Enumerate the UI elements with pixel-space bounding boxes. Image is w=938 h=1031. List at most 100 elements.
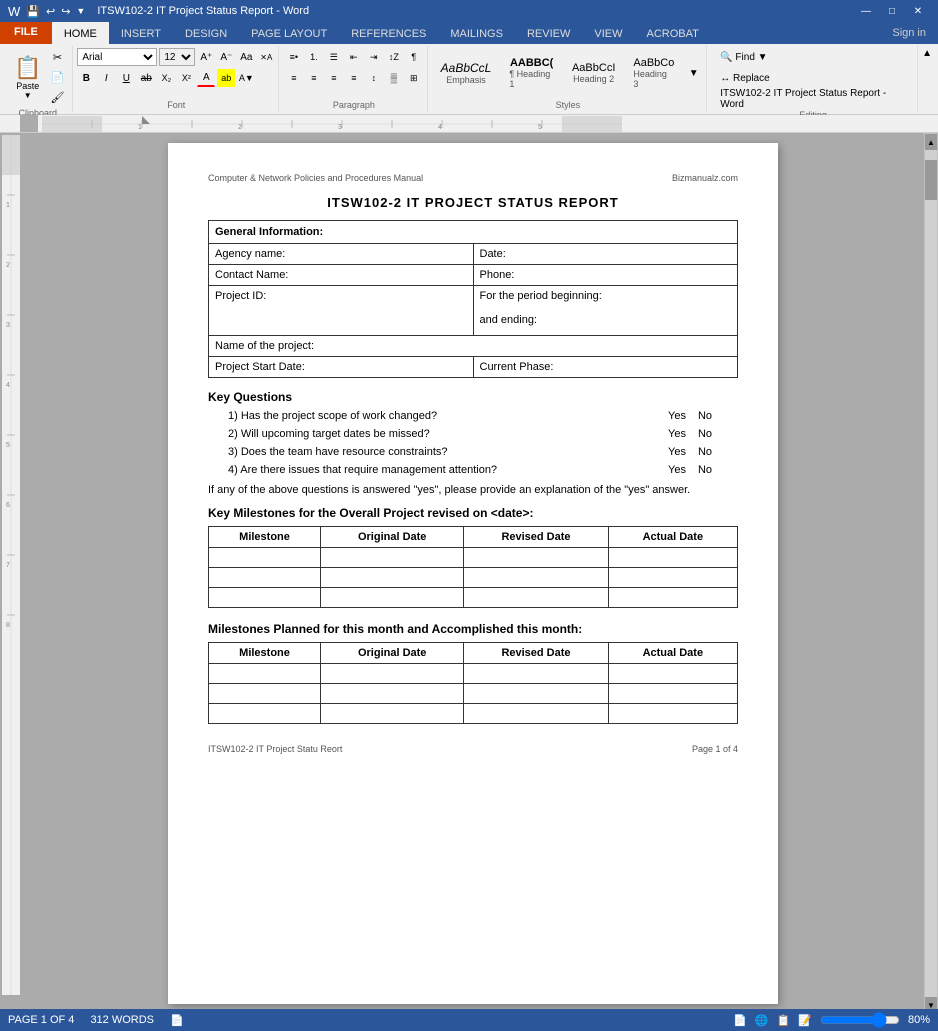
quick-access-dropdown[interactable]: ▼ xyxy=(76,6,85,16)
cut-button[interactable]: ✂ xyxy=(48,48,66,66)
collapse-ribbon-button[interactable]: ▲ xyxy=(920,46,934,112)
q2-no: No xyxy=(698,428,712,440)
tab-design[interactable]: DESIGN xyxy=(173,22,239,44)
tab-references[interactable]: REFERENCES xyxy=(339,22,438,44)
subscript-button[interactable]: X₂ xyxy=(157,69,175,87)
vertical-ruler: 1 2 3 4 5 6 7 8 xyxy=(0,133,22,1014)
paste-button[interactable]: 📋 Paste ▼ xyxy=(9,52,46,103)
tab-file[interactable]: FILE xyxy=(0,22,52,44)
justify-button[interactable]: ≡ xyxy=(345,69,363,87)
general-info-table: General Information: Agency name: Date: … xyxy=(208,220,738,378)
bold-button[interactable]: B xyxy=(77,69,95,87)
tab-view[interactable]: VIEW xyxy=(582,22,634,44)
increase-indent-button[interactable]: ⇥ xyxy=(365,48,383,66)
copy-button[interactable]: 📄 xyxy=(48,68,66,86)
vertical-scrollbar[interactable]: ▲ ▼ xyxy=(924,133,938,1014)
style-emphasis[interactable]: AaBbCcL Emphasis xyxy=(434,58,499,88)
act-date-m-cell xyxy=(608,664,737,684)
sort-button[interactable]: ↕Z xyxy=(385,48,403,66)
style-heading1-text: AABBC( xyxy=(510,57,553,69)
underline-button[interactable]: U xyxy=(117,69,135,87)
svg-text:4: 4 xyxy=(6,382,10,389)
tab-insert[interactable]: INSERT xyxy=(109,22,173,44)
collapse-icon[interactable]: ▲ xyxy=(922,48,932,59)
maximize-button[interactable]: □ xyxy=(880,2,904,20)
tab-mailings[interactable]: MAILINGS xyxy=(438,22,515,44)
italic-button[interactable]: I xyxy=(97,69,115,87)
view-print-button[interactable]: 📄 xyxy=(733,1014,747,1027)
font-color-button[interactable]: A xyxy=(197,69,215,87)
table-row xyxy=(209,664,738,684)
zoom-level: 80% xyxy=(908,1014,930,1026)
project-start-label: Project Start Date: xyxy=(209,357,474,378)
style-heading1[interactable]: AABBC( ¶ Heading 1 xyxy=(502,54,561,92)
align-right-button[interactable]: ≡ xyxy=(325,69,343,87)
general-info-header-text: General Information: xyxy=(215,226,323,238)
clear-formatting-button[interactable]: ✕A xyxy=(257,48,275,66)
svg-text:5: 5 xyxy=(6,442,10,449)
original-date-m-col-header: Original Date xyxy=(321,643,464,664)
scroll-track[interactable] xyxy=(925,150,937,997)
milestones-header-row: Milestone Original Date Revised Date Act… xyxy=(209,527,738,548)
scroll-thumb[interactable] xyxy=(925,160,937,200)
svg-text:2: 2 xyxy=(6,262,10,269)
show-marks-button[interactable]: ¶ xyxy=(405,48,423,66)
page-icon[interactable]: 📄 xyxy=(170,1014,184,1027)
shading-button[interactable]: ▒ xyxy=(385,69,403,87)
view-outline-button[interactable]: 📋 xyxy=(777,1014,791,1027)
tab-acrobat[interactable]: ACROBAT xyxy=(634,22,710,44)
quick-access-save[interactable]: 💾 xyxy=(26,5,40,18)
scroll-up-button[interactable]: ▲ xyxy=(925,134,937,150)
tab-page-layout[interactable]: PAGE LAYOUT xyxy=(239,22,339,44)
font-name-select[interactable]: Arial xyxy=(77,48,157,66)
styles-more-button[interactable]: ▼ xyxy=(685,64,702,82)
view-draft-button[interactable]: 📝 xyxy=(798,1014,812,1027)
close-button[interactable]: ✕ xyxy=(906,2,930,20)
font-row-2: B I U ab X₂ X² A ab A▼ xyxy=(77,69,255,87)
zoom-slider[interactable] xyxy=(820,1012,900,1028)
font-label: Font xyxy=(167,98,185,110)
superscript-button[interactable]: X² xyxy=(177,69,195,87)
sign-in-link[interactable]: Sign in xyxy=(880,23,938,43)
format-painter-button[interactable]: 🖌 xyxy=(48,88,66,106)
strikethrough-button[interactable]: ab xyxy=(137,69,155,87)
shrink-font-button[interactable]: A⁻ xyxy=(217,48,235,66)
align-left-button[interactable]: ≡ xyxy=(285,69,303,87)
style-heading3[interactable]: AaBbCo Heading 3 xyxy=(626,54,681,92)
view-web-button[interactable]: 🌐 xyxy=(755,1014,769,1027)
select-button[interactable]: ITSW102-2 IT Project Status Report - Wor… xyxy=(715,90,911,108)
paragraph-group-content: ≡• 1. ☰ ⇤ ⇥ ↕Z ¶ ≡ ≡ ≡ ≡ ↕ ▒ ⊞ xyxy=(285,48,423,98)
paste-icon: 📋 xyxy=(14,55,41,81)
paste-dropdown-icon[interactable]: ▼ xyxy=(24,91,32,100)
tab-review[interactable]: REVIEW xyxy=(515,22,582,44)
q2-yes: Yes xyxy=(668,428,686,440)
style-heading2[interactable]: AaBbCcI Heading 2 xyxy=(565,59,622,87)
tab-home[interactable]: HOME xyxy=(52,22,109,44)
question-4-text: 4) Are there issues that require managem… xyxy=(228,464,668,476)
borders-button[interactable]: ⊞ xyxy=(405,69,423,87)
paragraph-label: Paragraph xyxy=(333,98,375,110)
milestone-m-cell xyxy=(209,704,321,724)
font-shade-button[interactable]: A▼ xyxy=(237,69,255,87)
find-button[interactable]: 🔍 Find ▼ xyxy=(715,48,772,66)
bullets-button[interactable]: ≡• xyxy=(285,48,303,66)
grow-font-button[interactable]: A⁺ xyxy=(197,48,215,66)
decrease-indent-button[interactable]: ⇤ xyxy=(345,48,363,66)
text-highlight-button[interactable]: ab xyxy=(217,69,235,87)
question-3-text: 3) Does the team have resource constrain… xyxy=(228,446,668,458)
act-date-m-cell xyxy=(608,704,737,724)
replace-button[interactable]: ↔ Replace xyxy=(715,69,774,87)
line-spacing-button[interactable]: ↕ xyxy=(365,69,383,87)
change-case-button[interactable]: Aa xyxy=(237,48,255,66)
status-bar: PAGE 1 OF 4 312 WORDS 📄 📄 🌐 📋 📝 80% xyxy=(0,1009,938,1031)
quick-access-undo[interactable]: ↩ xyxy=(46,5,55,18)
align-center-button[interactable]: ≡ xyxy=(305,69,323,87)
table-row: Contact Name: Phone: xyxy=(209,265,738,286)
table-row: Agency name: Date: xyxy=(209,244,738,265)
minimize-button[interactable]: — xyxy=(854,2,878,20)
quick-access-redo[interactable]: ↪ xyxy=(61,5,70,18)
svg-text:7: 7 xyxy=(6,562,10,569)
numbering-button[interactable]: 1. xyxy=(305,48,323,66)
multilevel-list-button[interactable]: ☰ xyxy=(325,48,343,66)
font-size-select[interactable]: 12 xyxy=(159,48,195,66)
